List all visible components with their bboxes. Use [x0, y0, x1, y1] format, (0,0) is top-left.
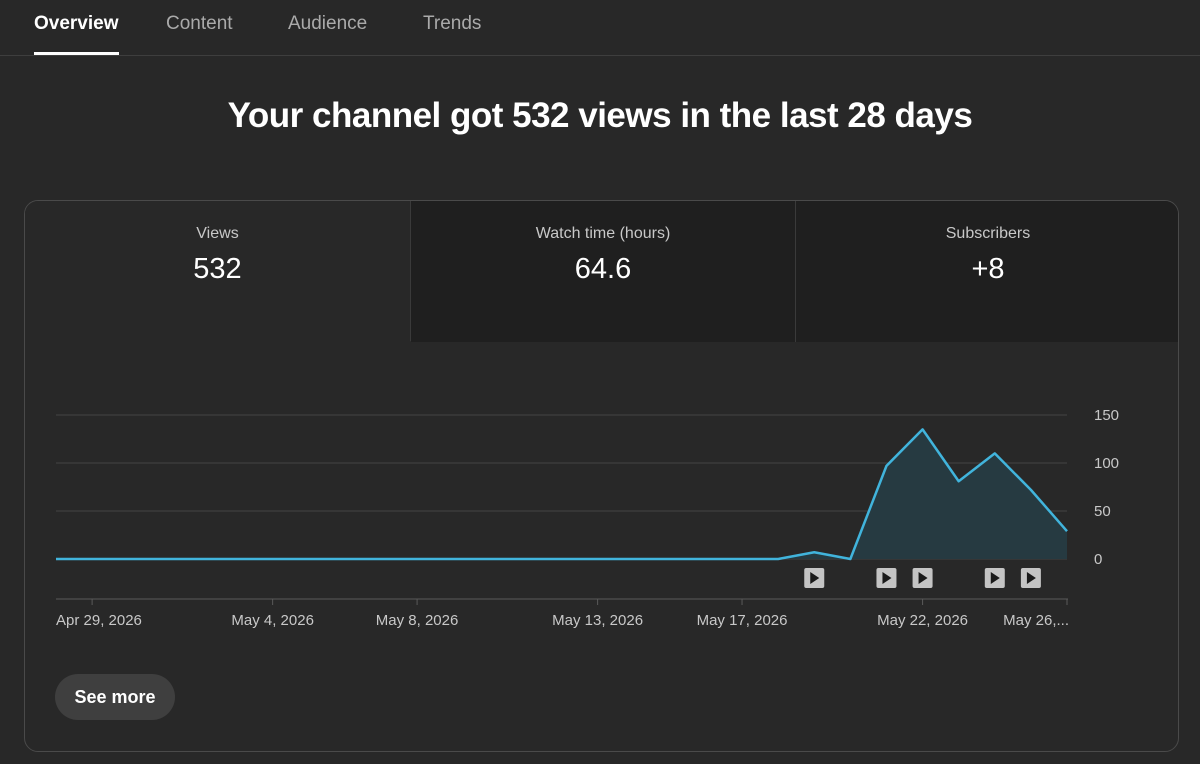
y-tick-label: 150	[1094, 407, 1119, 424]
see-more-button[interactable]: See more	[55, 674, 175, 720]
x-tick-label: May 17, 2026	[697, 612, 788, 629]
video-marker-icon[interactable]	[912, 568, 933, 588]
x-tick-label: Apr 29, 2026	[56, 612, 142, 629]
y-tick-label: 0	[1094, 551, 1102, 568]
x-tick-label: May 4, 2026	[231, 612, 314, 629]
x-tick-label: May 8, 2026	[376, 612, 459, 629]
video-marker-icon[interactable]	[1020, 568, 1041, 588]
x-tick-label: May 13, 2026	[552, 612, 643, 629]
views-area	[56, 429, 1067, 559]
x-tick-label: May 26,...	[1003, 612, 1069, 629]
video-marker-icon[interactable]	[984, 568, 1005, 588]
views-chart: 0 50 100 150 Apr 29, 2026 May 4, 2026 May 8, 2…	[56, 407, 1119, 629]
video-marker-icon[interactable]	[876, 568, 897, 588]
video-marker-icon[interactable]	[804, 568, 825, 588]
y-tick-label: 100	[1094, 455, 1119, 472]
x-tick-label: May 22, 2026	[877, 612, 968, 629]
y-tick-label: 50	[1094, 503, 1111, 520]
